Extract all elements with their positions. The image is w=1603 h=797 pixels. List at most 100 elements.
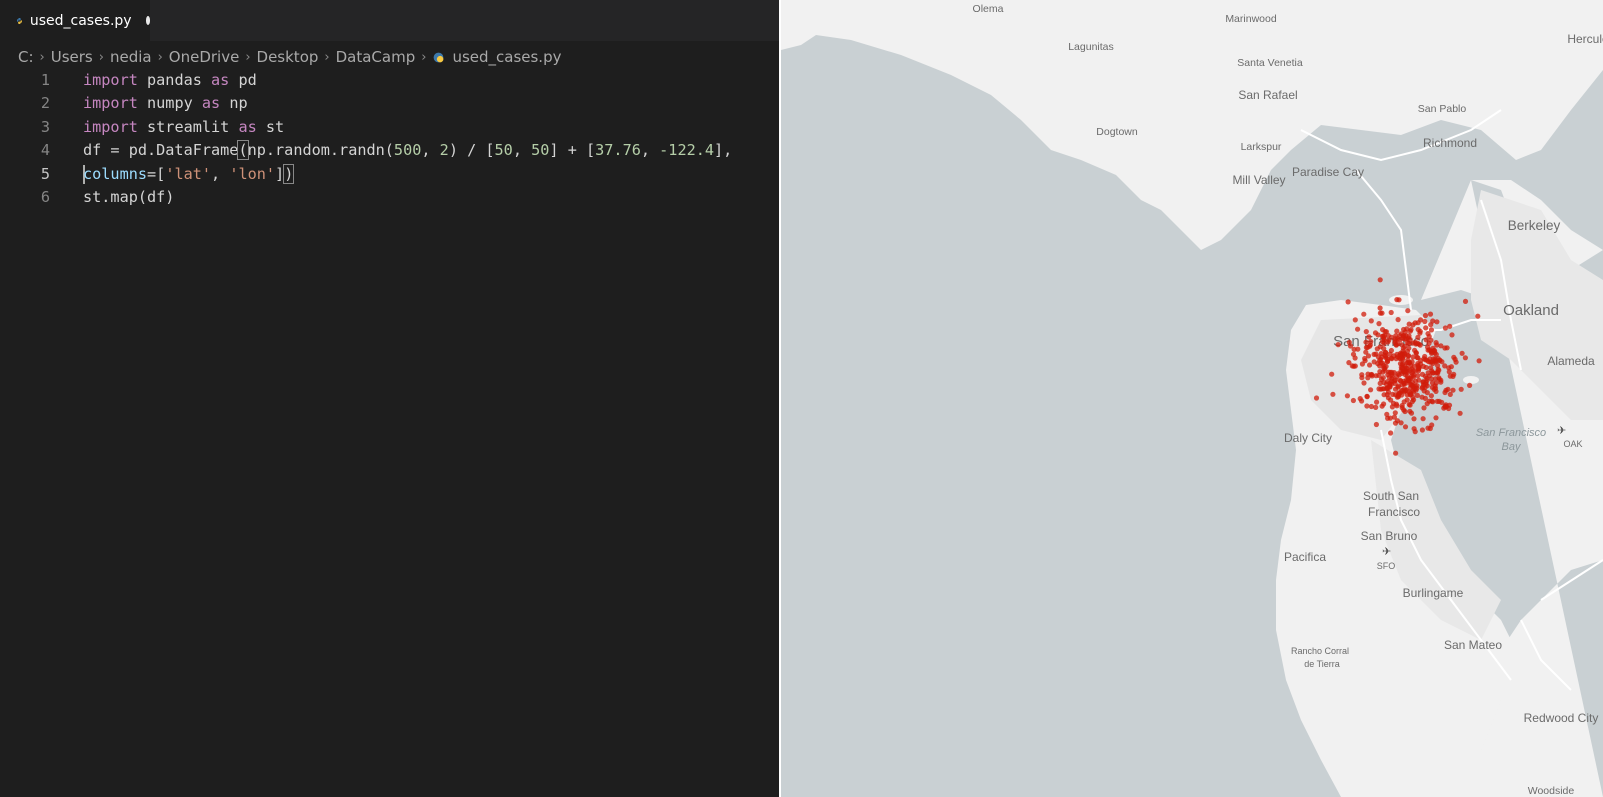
map-point — [1374, 399, 1380, 405]
code-token: streamlit — [137, 117, 239, 136]
map-point — [1417, 342, 1423, 348]
map-point — [1391, 414, 1397, 420]
map-canvas[interactable]: Olema Marinwood Hercules Lagunitas Santa Ven… — [781, 0, 1603, 797]
map-point — [1392, 420, 1399, 426]
map-point — [1313, 395, 1320, 401]
code-line[interactable]: 3 import streamlit as st — [0, 116, 779, 139]
code-editor[interactable]: used_cases.py C: › Users › nedia › OneDrive › De… — [0, 0, 779, 797]
chevron-right-icon: › — [245, 49, 251, 65]
map-point — [1419, 427, 1425, 433]
code-token: pd — [229, 71, 257, 89]
map-point — [1392, 410, 1398, 416]
breadcrumb-item[interactable]: C: — [18, 48, 34, 66]
map-point — [1428, 327, 1435, 333]
map-point — [1377, 305, 1383, 311]
code-line[interactable]: 6 st.map(df) — [0, 186, 779, 209]
map-point — [1429, 422, 1435, 428]
map-point — [1409, 372, 1415, 378]
map-point — [1364, 403, 1370, 409]
code-token: st — [256, 117, 285, 136]
map-point — [1369, 373, 1375, 379]
map-point — [1404, 348, 1411, 354]
code-line[interactable]: 5 columns=['lat', 'lon']) — [0, 163, 779, 186]
map-point — [1421, 356, 1427, 362]
map-point — [1401, 378, 1407, 384]
code-token: ( — [237, 140, 249, 161]
map-point — [1394, 328, 1400, 334]
svg-text:✈: ✈ — [1557, 425, 1566, 437]
map-point — [1380, 360, 1386, 366]
map-point — [1388, 397, 1394, 403]
map-point — [1402, 424, 1409, 430]
map-point — [1459, 350, 1465, 356]
map-point — [1439, 399, 1445, 405]
line-number: 4 — [40, 141, 50, 160]
map-point — [1432, 348, 1438, 354]
code-line[interactable]: 1 import pandas as pd — [0, 69, 779, 92]
map-point — [1475, 313, 1481, 319]
map-point — [1361, 311, 1367, 317]
map-place-label: San Mateo — [1444, 638, 1502, 652]
map-point — [1368, 339, 1374, 345]
map-point — [1428, 337, 1434, 343]
map-point — [1434, 342, 1440, 348]
map-point — [1395, 371, 1401, 377]
map-point — [1407, 402, 1413, 408]
map-point — [1329, 371, 1335, 377]
editor-tab[interactable]: used_cases.py — [0, 0, 150, 41]
map-place-label: Burlingame — [1403, 586, 1464, 600]
map-place-label: San Rafael — [1238, 88, 1297, 102]
map-point — [1373, 404, 1379, 410]
code-token: pandas — [137, 71, 212, 89]
code-token: np.random.randn( — [247, 141, 394, 160]
map-point — [1433, 415, 1439, 421]
map-point — [1377, 277, 1383, 283]
map-point — [1361, 380, 1367, 386]
map-point — [1381, 365, 1387, 371]
map-point — [1408, 410, 1415, 416]
map-point — [1330, 391, 1336, 397]
map-place-label: Daly City — [1284, 431, 1332, 445]
breadcrumb-item[interactable]: used_cases.py — [452, 48, 561, 66]
map-point — [1415, 326, 1421, 333]
map-point — [1373, 421, 1379, 428]
map-point — [1395, 384, 1401, 390]
map-point — [1445, 386, 1451, 392]
chevron-right-icon: › — [421, 49, 427, 65]
map-point — [1407, 392, 1413, 398]
map-point — [1363, 339, 1369, 345]
map-point — [1438, 377, 1444, 383]
unsaved-indicator[interactable] — [145, 16, 150, 25]
map-place-label: South San — [1363, 489, 1419, 503]
breadcrumb-item[interactable]: Users — [51, 48, 93, 66]
code-token: 'lat' — [165, 164, 212, 183]
map-point — [1405, 335, 1412, 341]
map-view[interactable]: Olema Marinwood Hercules Lagunitas Santa Ven… — [781, 0, 1603, 797]
code-line[interactable]: 2 import numpy as np — [0, 92, 779, 115]
map-point — [1386, 337, 1392, 343]
code-token: st.map(df) — [83, 187, 175, 206]
map-point — [1416, 377, 1422, 383]
code-token: import — [83, 117, 138, 136]
map-place-label: Larkspur — [1241, 141, 1282, 153]
map-place-label: Pacifica — [1284, 550, 1326, 564]
map-point — [1430, 318, 1436, 324]
map-place-label: Santa Venetia — [1237, 57, 1303, 69]
map-point — [1345, 299, 1351, 305]
map-point — [1434, 398, 1440, 404]
map-point — [1396, 391, 1402, 397]
breadcrumb-item[interactable]: Desktop — [257, 48, 319, 66]
breadcrumb-item[interactable]: OneDrive — [169, 48, 240, 66]
python-icon — [434, 52, 444, 62]
map-place-label: Francisco — [1368, 505, 1420, 519]
code-token: ) — [283, 163, 295, 184]
breadcrumb-item[interactable]: nedia — [110, 48, 152, 66]
map-point — [1420, 384, 1426, 390]
breadcrumb-item[interactable]: DataCamp — [336, 48, 416, 66]
code-line[interactable]: 4 df = pd.DataFrame(np.random.randn(500, … — [0, 139, 779, 162]
map-water-label: San Francisco — [1476, 427, 1546, 439]
map-point — [1418, 361, 1424, 367]
code-token: =[ — [147, 164, 166, 183]
code-area[interactable]: 1 import pandas as pd 2 import numpy as np 3… — [0, 69, 779, 209]
map-place-label: Olema — [973, 3, 1004, 15]
